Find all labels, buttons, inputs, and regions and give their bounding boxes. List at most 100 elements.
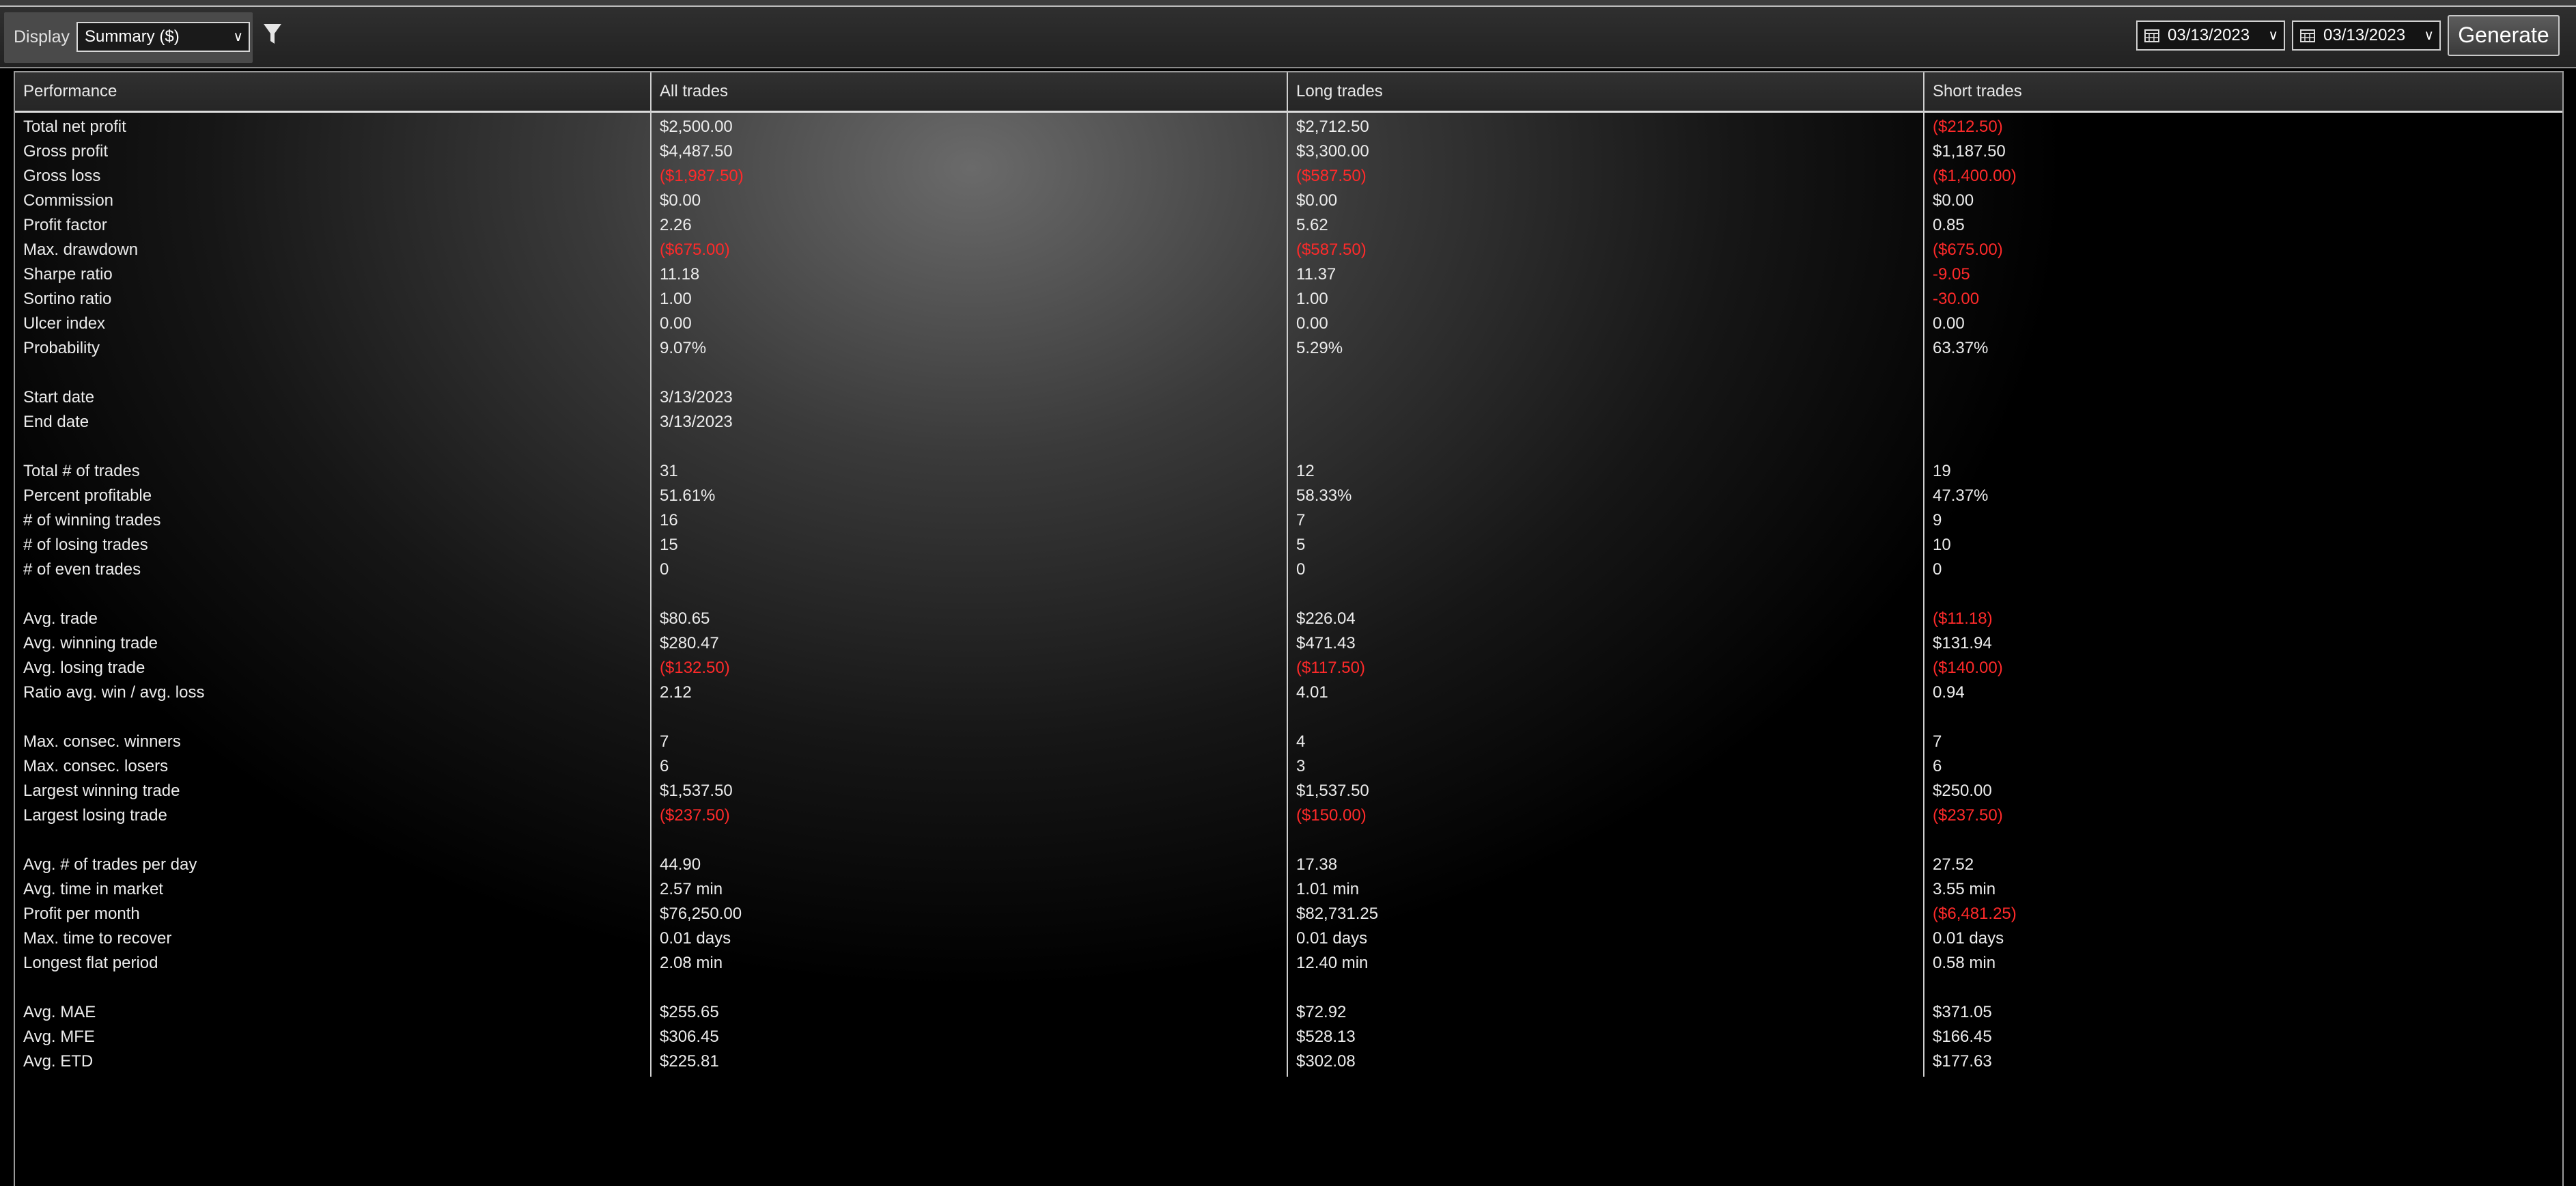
short-trades-value: ($237.50)	[1933, 806, 2003, 825]
metric-label	[15, 705, 650, 730]
short-trades-value: 47.37%	[1933, 486, 1989, 505]
short-trades-value: 63.37%	[1933, 339, 1989, 357]
all-trades-value: 2.08 min	[660, 954, 723, 972]
long-trades-value	[1288, 410, 1923, 435]
long-trades-value	[1288, 705, 1923, 730]
table-row: Total net profit $2,500.00 $2,712.50 ($212.…	[15, 115, 2562, 139]
short-trades-value: $177.63	[1933, 1052, 1992, 1071]
long-trades-value: $226.04	[1296, 609, 1356, 628]
short-trades-value: $166.45	[1933, 1028, 1992, 1046]
table-row	[15, 705, 2562, 730]
from-date-value: 03/13/2023	[2168, 26, 2250, 44]
column-header-performance[interactable]: Performance	[15, 72, 650, 111]
column-header-all-trades[interactable]: All trades	[652, 72, 1287, 111]
metric-label: Max. consec. losers	[23, 757, 169, 775]
long-trades-value: $72.92	[1296, 1003, 1347, 1021]
all-trades-value: 0	[660, 560, 669, 579]
chevron-down-icon: ∨	[233, 29, 243, 44]
metric-label	[15, 582, 650, 607]
metric-label: Ratio avg. win / avg. loss	[23, 683, 205, 702]
all-trades-value	[652, 582, 1287, 607]
long-trades-value: ($150.00)	[1296, 806, 1367, 825]
all-trades-value: 2.12	[660, 683, 692, 702]
from-date-picker[interactable]: 03/13/2023 ∨	[2136, 20, 2285, 51]
short-trades-value	[1924, 435, 2562, 459]
all-trades-value: $280.47	[660, 634, 719, 652]
short-trades-value: $1,187.50	[1933, 142, 2006, 161]
metric-label: Largest losing trade	[23, 806, 167, 825]
metric-label: Percent profitable	[23, 486, 152, 505]
metric-label: Ulcer index	[23, 314, 106, 333]
short-trades-value: ($675.00)	[1933, 240, 2003, 259]
column-header-short-trades[interactable]: Short trades	[1924, 72, 2562, 111]
metric-label: Longest flat period	[23, 954, 158, 972]
long-trades-value: 5.62	[1296, 216, 1328, 234]
metric-label: Total # of trades	[23, 462, 140, 480]
all-trades-value	[652, 976, 1287, 1000]
metric-label: Avg. ETD	[23, 1052, 94, 1071]
short-trades-value: ($6,481.25)	[1933, 905, 2017, 923]
to-date-picker[interactable]: 03/13/2023 ∨	[2292, 20, 2441, 51]
short-trades-value: $250.00	[1933, 782, 1992, 800]
all-trades-value: $1,537.50	[660, 782, 733, 800]
all-trades-value: $4,487.50	[660, 142, 733, 161]
short-trades-value	[1924, 361, 2562, 385]
long-trades-value: 3	[1296, 757, 1306, 775]
table-row: Avg. winning trade $280.47 $471.43 $131.94	[15, 631, 2562, 656]
long-trades-value: 0.00	[1296, 314, 1328, 333]
short-trades-value: 0.01 days	[1933, 929, 2004, 948]
metric-label: Total net profit	[23, 118, 126, 136]
generate-button[interactable]: Generate	[2448, 15, 2560, 56]
short-trades-value: 3.55 min	[1933, 880, 1996, 898]
long-trades-value: 58.33%	[1296, 486, 1352, 505]
metric-label	[15, 828, 650, 853]
table-row: Largest winning trade $1,537.50 $1,537.50 $…	[15, 779, 2562, 803]
short-trades-value: -30.00	[1933, 290, 1980, 308]
all-trades-value: 9.07%	[660, 339, 707, 357]
all-trades-value: 15	[660, 536, 678, 554]
table-row: Avg. time in market 2.57 min 1.01 min 3.55 …	[15, 877, 2562, 902]
metric-label	[15, 435, 650, 459]
table-row: Probability 9.07% 5.29% 63.37%	[15, 336, 2562, 361]
metric-label: Avg. MFE	[23, 1028, 95, 1046]
metric-label	[15, 976, 650, 1000]
all-trades-value: $76,250.00	[660, 905, 742, 923]
table-row: Profit per month $76,250.00 $82,731.25 ($6,…	[15, 902, 2562, 926]
table-row	[15, 976, 2562, 1000]
short-trades-value: 0.00	[1933, 314, 1965, 333]
metric-label: Avg. winning trade	[23, 634, 158, 652]
short-trades-value	[1924, 582, 2562, 607]
filter-icon[interactable]	[262, 22, 283, 46]
short-trades-value	[1924, 410, 2562, 435]
metric-label: Avg. MAE	[23, 1003, 96, 1021]
table-row: # of winning trades 16 7 9	[15, 508, 2562, 533]
long-trades-value: $528.13	[1296, 1028, 1356, 1046]
table-row	[15, 582, 2562, 607]
table-row: Gross loss ($1,987.50) ($587.50) ($1,400.00…	[15, 164, 2562, 189]
long-trades-value: 1.00	[1296, 290, 1328, 308]
long-trades-value: $82,731.25	[1296, 905, 1379, 923]
table-row: Max. drawdown ($675.00) ($587.50) ($675.00)	[15, 238, 2562, 262]
all-trades-value: 7	[660, 732, 669, 751]
all-trades-value: $0.00	[660, 191, 701, 210]
long-trades-value	[1288, 361, 1923, 385]
all-trades-value	[652, 435, 1287, 459]
column-header-long-trades[interactable]: Long trades	[1288, 72, 1923, 111]
table-row: Ulcer index 0.00 0.00 0.00	[15, 312, 2562, 336]
chevron-down-icon: ∨	[2268, 28, 2278, 43]
table-row: Largest losing trade ($237.50) ($150.00) ($…	[15, 803, 2562, 828]
all-trades-value	[652, 361, 1287, 385]
table-row: Longest flat period 2.08 min 12.40 min 0.58…	[15, 951, 2562, 976]
long-trades-value: $3,300.00	[1296, 142, 1369, 161]
toolbar: Display Summary ($) ∨ 03/13/2023 ∨ 03/13…	[0, 7, 2576, 68]
all-trades-value: 1.00	[660, 290, 692, 308]
metric-label: Sortino ratio	[23, 290, 112, 308]
display-select[interactable]: Summary ($) ∨	[76, 22, 250, 52]
all-trades-value: 0.01 days	[660, 929, 731, 948]
table-row: Avg. trade $80.65 $226.04 ($11.18)	[15, 607, 2562, 631]
table-row	[15, 828, 2562, 853]
short-trades-value: 9	[1933, 511, 1942, 529]
all-trades-value	[652, 705, 1287, 730]
long-trades-value: $1,537.50	[1296, 782, 1369, 800]
long-trades-value	[1288, 976, 1923, 1000]
